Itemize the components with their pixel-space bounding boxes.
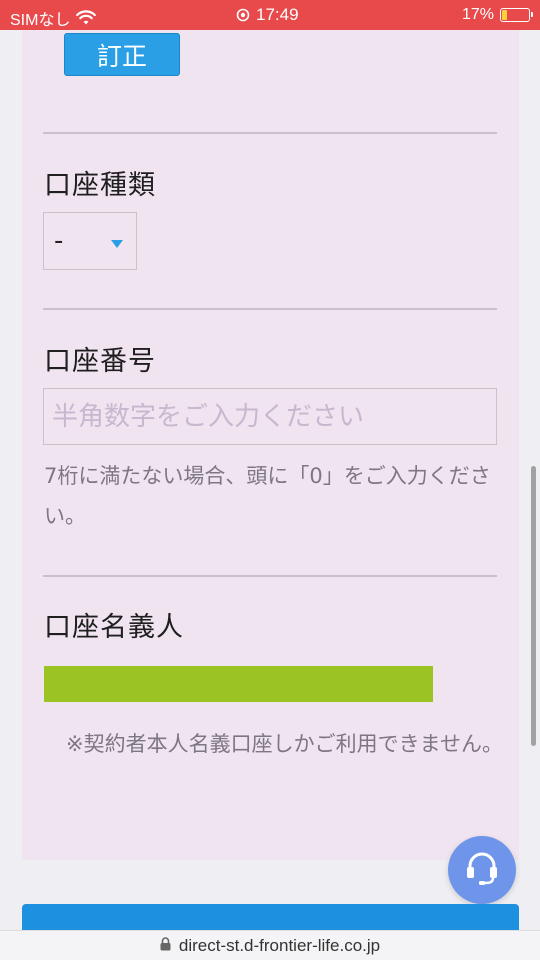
battery-icon: [500, 8, 533, 22]
time-text: 17:49: [256, 5, 299, 24]
headset-icon: [462, 848, 502, 892]
caret-down-icon: [110, 234, 124, 253]
battery-fill: [502, 10, 507, 20]
alarm-icon: [236, 8, 250, 22]
account-holder-field: [44, 666, 433, 702]
battery-percent: 17%: [461, 6, 494, 23]
support-button[interactable]: [448, 836, 516, 904]
wifi-icon: [76, 10, 97, 26]
account-number-help: 7桁に満たない場合、頭に「0」をご入力ください。: [44, 464, 491, 528]
account-holder-label: 口座名義人: [44, 612, 184, 643]
bottom-action-button[interactable]: [22, 904, 519, 930]
divider: [43, 575, 497, 577]
account-type-label: 口座種類: [44, 170, 156, 201]
account-holder-note: ※契約者本人名義口座しかご利用できません。: [66, 732, 503, 756]
scrollbar[interactable]: [531, 466, 536, 746]
account-number-input[interactable]: [43, 388, 497, 445]
divider: [43, 308, 497, 310]
account-number-label: 口座番号: [44, 346, 156, 377]
url-bar[interactable]: direct-st.d-frontier-life.co.jp: [0, 930, 540, 960]
account-type-select[interactable]: -: [43, 212, 137, 270]
url-text: direct-st.d-frontier-life.co.jp: [178, 935, 381, 955]
lock-icon: [160, 936, 171, 956]
fix-button[interactable]: 訂正: [64, 33, 180, 76]
account-type-value: -: [54, 226, 64, 256]
carrier-text: SIMなし: [10, 12, 71, 29]
status-bar: SIMなし 17:49 17%: [0, 0, 540, 30]
divider: [43, 132, 497, 134]
